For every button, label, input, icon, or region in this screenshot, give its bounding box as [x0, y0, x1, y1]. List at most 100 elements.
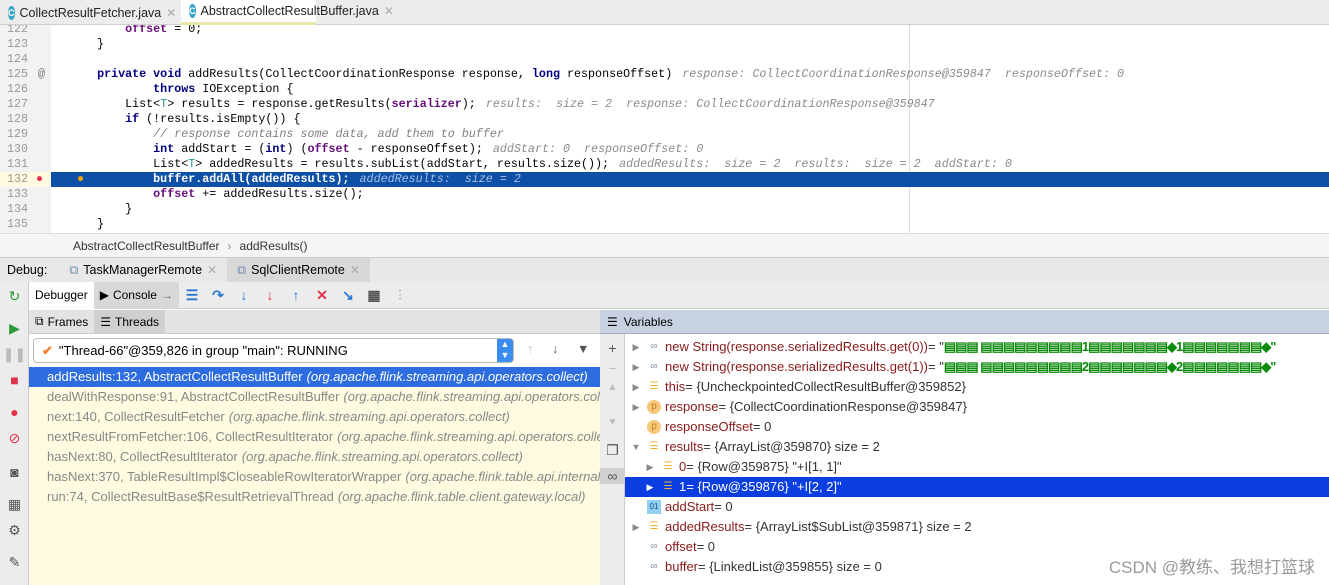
code-text: } — [69, 202, 132, 217]
layout-icon[interactable]: ▦ — [0, 496, 29, 513]
code-line[interactable]: 122 offset = 0; — [0, 25, 1329, 37]
console-tab[interactable]: ▶ Console → — [93, 281, 179, 309]
line-number[interactable]: 132 — [0, 172, 51, 187]
line-number[interactable]: 135 — [0, 217, 28, 232]
step-into-icon[interactable]: ↓ — [231, 287, 257, 303]
show-watches-icon[interactable]: ∞ — [600, 468, 625, 484]
tab-collect-result-fetcher[interactable]: C CollectResultFetcher.java ✕ — [0, 0, 180, 25]
copy-icon[interactable]: ❐ — [600, 442, 625, 459]
expand-icon[interactable]: ▶ — [629, 377, 643, 397]
trace-stream-icon[interactable]: ⫶ — [387, 287, 413, 304]
line-number[interactable]: 123 — [0, 37, 28, 52]
stack-frame[interactable]: run:74, CollectResultBase$ResultRetrieva… — [29, 487, 600, 507]
close-icon[interactable]: ✕ — [350, 263, 360, 277]
variable-row[interactable]: ▶ ∞ new String(response.serializedResults.… — [625, 357, 1329, 377]
thread-selector[interactable]: ✔ "Thread-66"@359,826 in group "main": R… — [33, 338, 514, 363]
drop-frame-icon[interactable]: ✕ — [309, 287, 335, 304]
breakpoint-icon[interactable]: ● — [36, 172, 43, 187]
expand-icon[interactable]: ▶ — [629, 337, 643, 357]
code-line[interactable]: 124 — [0, 52, 1329, 67]
move-up-icon[interactable]: ▲ — [600, 382, 625, 393]
breadcrumb-method[interactable]: addResults() — [240, 239, 308, 253]
debugger-tab[interactable]: Debugger — [29, 281, 94, 309]
frames-tab[interactable]: ⧉ Frames — [29, 310, 94, 334]
previous-frame-icon[interactable]: ↑ — [527, 342, 533, 356]
rerun-icon[interactable]: ↻ — [0, 288, 29, 305]
current-execution-line[interactable]: 132 ● ● buffer.addAll(addedResults); addedR… — [0, 172, 1329, 187]
line-number[interactable]: 131 — [0, 157, 28, 172]
next-frame-icon[interactable]: ↓ — [552, 342, 558, 356]
expand-icon[interactable]: ▶ — [629, 517, 643, 537]
variable-row[interactable]: ▶ ☰ this = {UncheckpointedCollectResultBuf… — [625, 377, 1329, 397]
code-line[interactable]: 128 if (!results.isEmpty()) { — [0, 112, 1329, 127]
stack-frame[interactable]: hasNext:370, TableResultImpl$CloseableRo… — [29, 467, 600, 487]
expand-icon[interactable]: ▶ — [643, 477, 657, 497]
variable-row[interactable]: ▶ ☰ 0 = {Row@359875} "+I[1, 1]" — [625, 457, 1329, 477]
line-number[interactable]: 128 — [0, 112, 28, 127]
expand-icon[interactable]: ▶ — [629, 357, 643, 377]
expand-icon[interactable]: ▶ — [643, 457, 657, 477]
step-over-icon[interactable]: ↷ — [205, 287, 231, 304]
camera-icon[interactable]: ◙ — [0, 464, 29, 480]
stack-frame[interactable]: nextResultFromFetcher:106, CollectResult… — [29, 427, 600, 447]
line-number[interactable]: 129 — [0, 127, 28, 142]
close-icon[interactable]: ✕ — [384, 4, 394, 18]
stack-frame[interactable]: dealWithResponse:91, AbstractCollectResu… — [29, 387, 600, 407]
pin-icon[interactable]: ✎ — [0, 554, 29, 571]
filter-icon[interactable]: ▼ — [577, 342, 589, 356]
add-watch-icon[interactable]: + — [600, 340, 625, 356]
variable-row[interactable]: p responseOffset = 0 — [625, 417, 1329, 437]
line-number[interactable]: 133 — [0, 187, 28, 202]
variable-row[interactable]: 01 addStart = 0 — [625, 497, 1329, 517]
evaluate-expression-icon[interactable]: ▦ — [361, 287, 387, 304]
run-to-cursor-icon[interactable]: ↘ — [335, 287, 361, 304]
code-line[interactable]: 129 // response contains some data, add … — [0, 127, 1329, 142]
close-icon[interactable]: ✕ — [207, 263, 217, 277]
close-icon[interactable]: ✕ — [166, 6, 176, 20]
move-down-icon[interactable]: ▼ — [600, 417, 625, 428]
line-number[interactable]: 127 — [0, 97, 28, 112]
line-number[interactable]: 122 — [0, 25, 28, 37]
expand-icon[interactable]: ▶ — [629, 397, 643, 417]
code-line[interactable]: 134 } — [0, 202, 1329, 217]
line-number[interactable]: 134 — [0, 202, 28, 217]
code-line[interactable]: 126 throws IOException { — [0, 82, 1329, 97]
stack-frame[interactable]: addResults:132, AbstractCollectResultBuf… — [29, 367, 600, 387]
variable-row[interactable]: ▼ ☰ results = {ArrayList@359870} size = 2 — [625, 437, 1329, 457]
step-out-icon[interactable]: ↑ — [283, 287, 309, 303]
line-number[interactable]: 124 — [0, 52, 28, 67]
stack-frame[interactable]: hasNext:80, CollectResultIterator (org.ap… — [29, 447, 600, 467]
code-line[interactable]: 125 @ private void addResults(CollectCoor… — [0, 67, 1329, 82]
collapse-icon[interactable]: ▼ — [629, 437, 643, 457]
code-line[interactable]: 135 } — [0, 217, 1329, 232]
show-execution-point-icon[interactable]: ☰ — [179, 287, 205, 304]
pause-icon[interactable]: ❚❚ — [0, 346, 29, 363]
view-breakpoints-icon[interactable]: ● — [0, 404, 29, 420]
code-line[interactable]: 123 } — [0, 37, 1329, 52]
remove-watch-icon[interactable]: − — [600, 360, 625, 376]
mute-breakpoints-icon[interactable]: ⊘ — [0, 430, 29, 447]
field-icon: ☰ — [649, 381, 659, 392]
variable-row[interactable]: ▶ ☰ 1 = {Row@359876} "+I[2, 2]" — [625, 477, 1329, 497]
session-tab-sqlclient[interactable]: ⧉ SqlClientRemote ✕ — [227, 257, 370, 283]
threads-tab[interactable]: ☰ Threads — [94, 309, 166, 334]
variable-row[interactable]: ▶ ∞ new String(response.serializedResults.… — [625, 337, 1329, 357]
code-line[interactable]: 133 offset += addedResults.size(); — [0, 187, 1329, 202]
line-number[interactable]: 130 — [0, 142, 28, 157]
stack-frame[interactable]: next:140, CollectResultFetcher (org.apach… — [29, 407, 600, 427]
variable-row[interactable]: ▶ p response = {CollectCoordinationRespons… — [625, 397, 1329, 417]
code-line[interactable]: 130 int addStart = (int) (offset - respo… — [0, 142, 1329, 157]
code-line[interactable]: 127 List<T> results = response.getResult… — [0, 97, 1329, 112]
line-number[interactable]: 126 — [0, 82, 28, 97]
session-tab-taskmanager[interactable]: ⧉ TaskManagerRemote ✕ — [59, 258, 227, 283]
code-editor[interactable]: 122 offset = 0; 123 } 124 125 @ private void… — [0, 25, 1329, 233]
resume-icon[interactable]: ▶ — [0, 320, 29, 337]
code-line[interactable]: 131 List<T> addedResults = results.subLi… — [0, 157, 1329, 172]
tab-abstract-collect-result-buffer[interactable]: C AbstractCollectResultBuffer.java ✕ — [181, 0, 394, 25]
line-number[interactable]: 125 — [0, 67, 28, 82]
settings-icon[interactable]: ⚙ — [0, 522, 29, 539]
stop-icon[interactable]: ■ — [0, 372, 29, 388]
breadcrumb-class[interactable]: AbstractCollectResultBuffer — [73, 239, 220, 253]
force-step-into-icon[interactable]: ↓ — [257, 287, 283, 303]
variable-row[interactable]: ▶ ☰ addedResults = {ArrayList$SubList@3598… — [625, 517, 1329, 537]
